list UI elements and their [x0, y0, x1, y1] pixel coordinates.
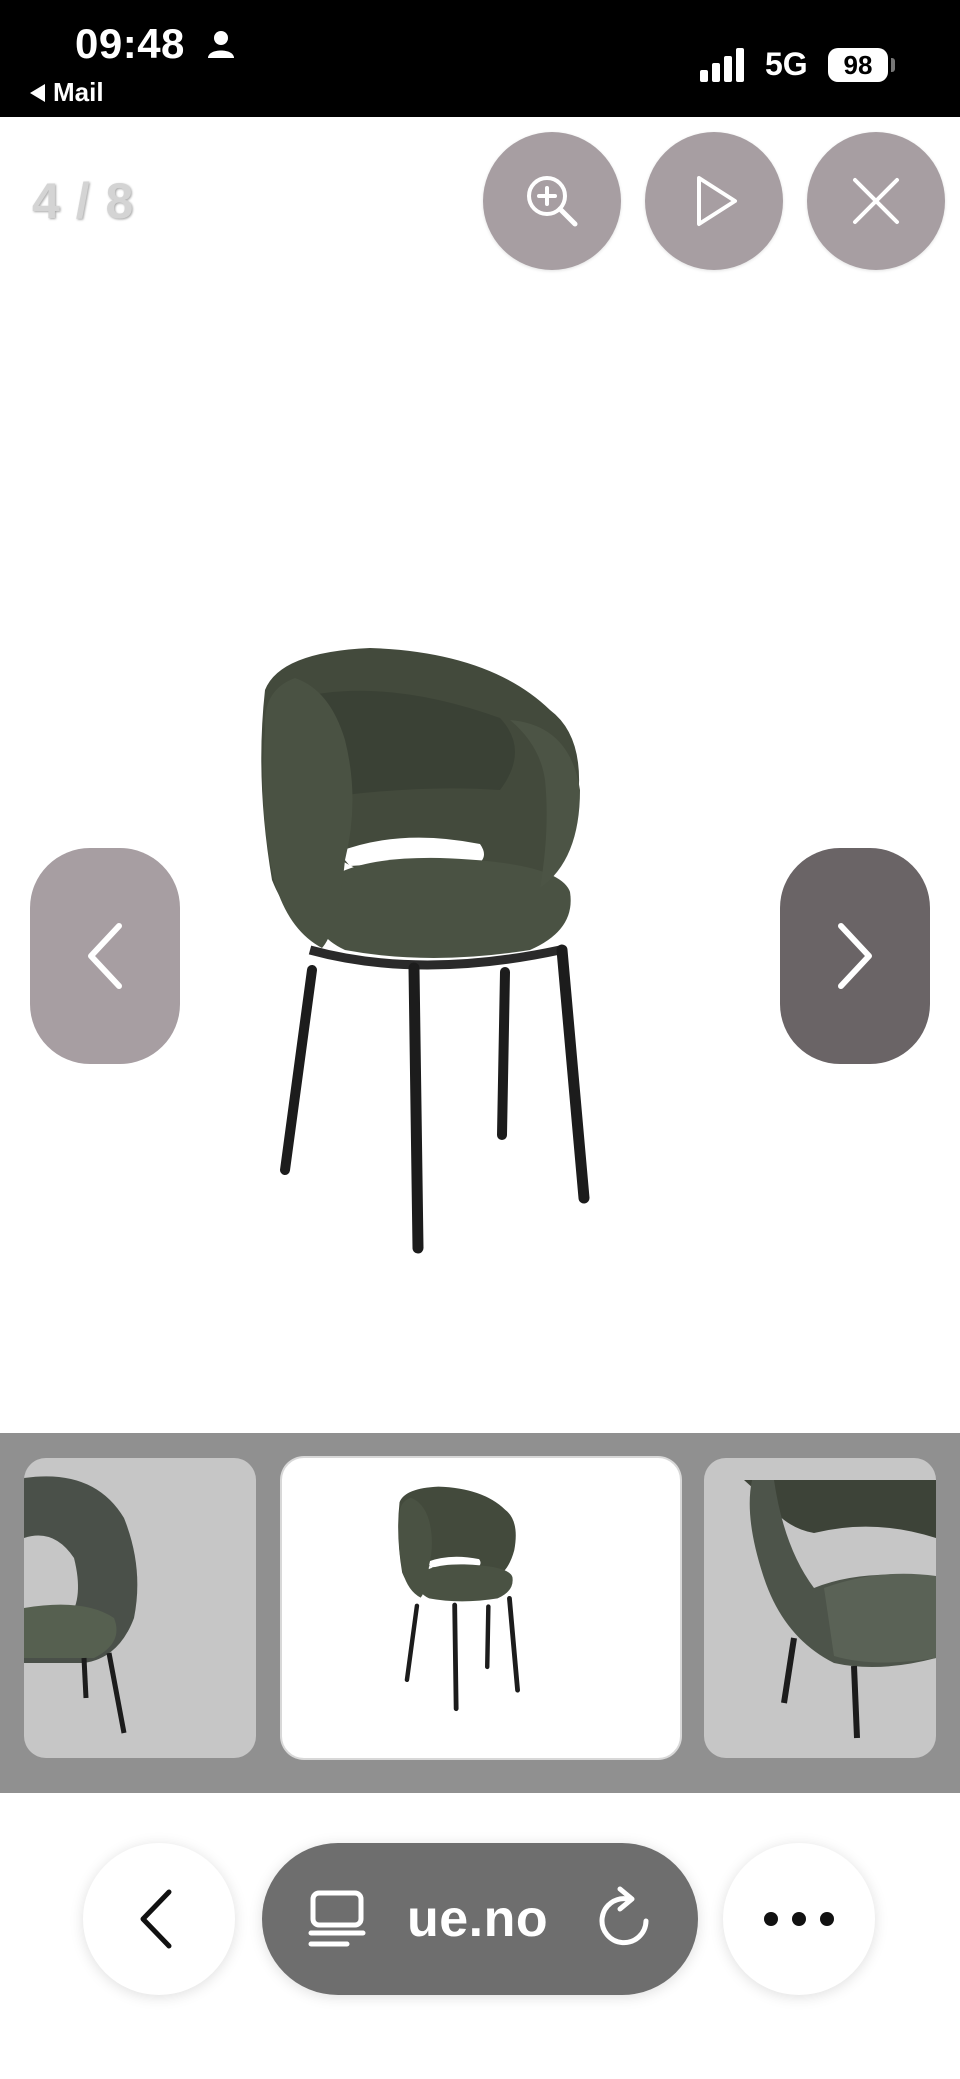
- network-type: 5G: [765, 46, 808, 82]
- play-icon: [697, 176, 737, 226]
- image-counter: 4 / 8: [32, 173, 135, 229]
- browser-back-button[interactable]: [83, 1843, 235, 1995]
- zoom-in-icon: [527, 176, 578, 227]
- zoom-button[interactable]: [483, 132, 621, 270]
- previous-image-button[interactable]: [30, 848, 180, 1064]
- slideshow-button[interactable]: [645, 132, 783, 270]
- ellipsis-icon: [764, 1912, 834, 1926]
- thumbnail-4-selected[interactable]: [282, 1458, 680, 1758]
- thumbnail-image: [744, 1480, 936, 1739]
- thumbnail-5[interactable]: [704, 1458, 936, 1758]
- address-bar[interactable]: ue.no: [262, 1843, 698, 1995]
- next-image-button[interactable]: [780, 848, 930, 1064]
- product-photo-chair: [261, 648, 590, 1254]
- battery-indicator: 98: [828, 48, 888, 82]
- person-icon: [208, 31, 234, 58]
- back-app-label: Mail: [53, 77, 104, 107]
- close-icon: [853, 178, 899, 224]
- page-menu-icon: [308, 1890, 366, 1947]
- thumbnail-strip[interactable]: [0, 1433, 960, 1793]
- chevron-right-icon: [838, 923, 872, 989]
- chevron-left-icon: [88, 923, 122, 989]
- battery-tip: [891, 58, 895, 72]
- reload-icon[interactable]: [592, 1883, 658, 1953]
- url-text: ue.no: [407, 1890, 549, 1948]
- thumbnail-image: [24, 1476, 138, 1734]
- thumbnail-3[interactable]: [24, 1458, 256, 1758]
- more-options-button[interactable]: [723, 1843, 875, 1995]
- status-bar: 09:48 Mail 5G 98: [0, 0, 960, 117]
- status-time: 09:48: [75, 20, 185, 67]
- cellular-signal-icon: [700, 48, 744, 82]
- close-button[interactable]: [807, 132, 945, 270]
- thumbnail-image: [398, 1486, 520, 1712]
- back-triangle-icon: [30, 83, 45, 102]
- chevron-left-icon: [140, 1889, 172, 1949]
- back-to-app-link[interactable]: Mail: [30, 77, 104, 108]
